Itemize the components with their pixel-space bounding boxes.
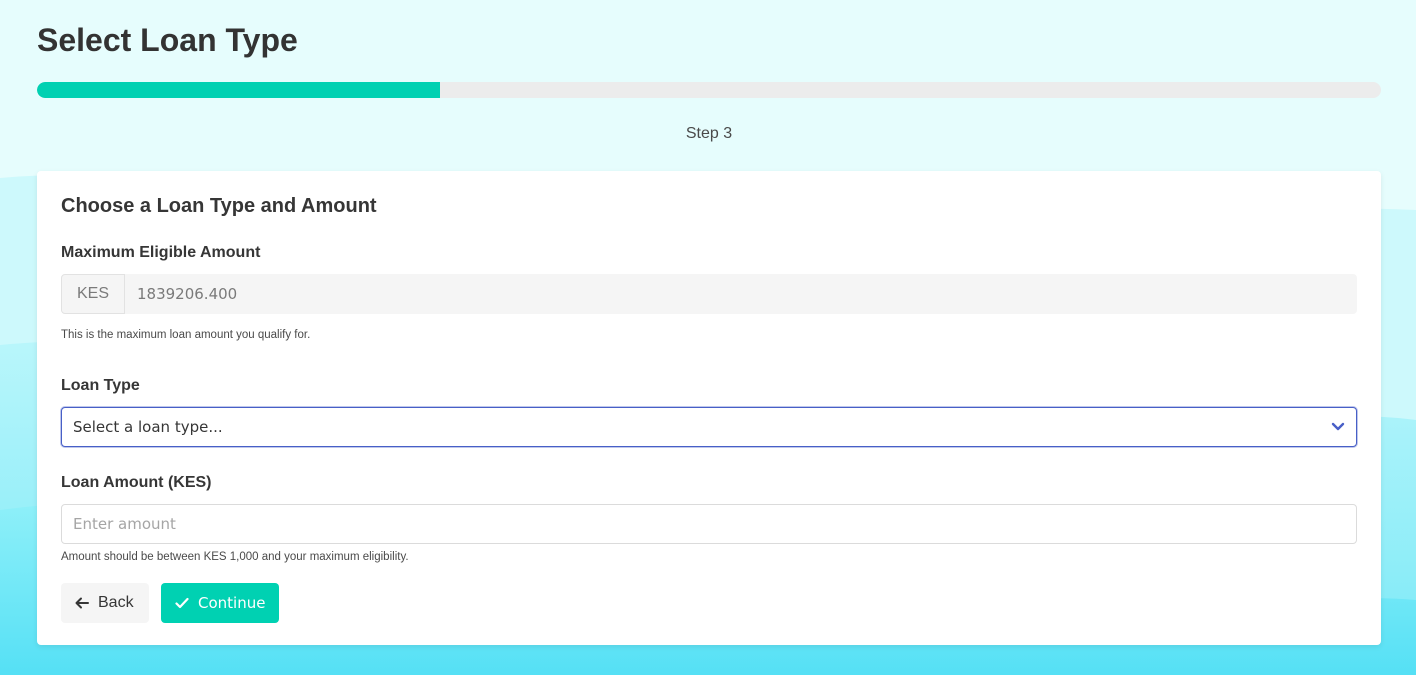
currency-addon: KES xyxy=(61,274,125,314)
loan-form-card: Choose a Loan Type and Amount Maximum El… xyxy=(37,171,1381,645)
loan-amount-help: Amount should be between KES 1,000 and y… xyxy=(61,551,409,563)
loan-type-label: Loan Type xyxy=(61,377,140,394)
progress-bar-fill xyxy=(37,82,441,98)
page-container: Select Loan Type Step 3 Choose a Loan Ty… xyxy=(0,0,1416,645)
max-amount-value: 1839206.400 xyxy=(125,274,1357,314)
arrow-left-icon xyxy=(74,595,90,611)
continue-button-label: Continue xyxy=(198,594,266,612)
step-indicator: Step 3 xyxy=(685,125,733,142)
progress-bar xyxy=(37,82,1381,98)
max-amount-label: Maximum Eligible Amount xyxy=(61,244,261,261)
check-icon xyxy=(174,595,190,611)
card-title: Choose a Loan Type and Amount xyxy=(61,195,377,217)
loan-type-select[interactable]: Select a loan type... xyxy=(61,407,1357,447)
loan-amount-input[interactable] xyxy=(61,504,1357,544)
form-actions: Back Continue xyxy=(61,583,1357,623)
max-amount-help: This is the maximum loan amount you qual… xyxy=(61,329,311,341)
continue-button[interactable]: Continue xyxy=(161,583,279,623)
loan-type-selected-value: Select a loan type... xyxy=(73,418,223,436)
back-button-label: Back xyxy=(98,594,134,611)
page-title: Select Loan Type xyxy=(37,22,298,58)
loan-amount-label: Loan Amount (KES) xyxy=(61,474,212,491)
chevron-down-icon xyxy=(1331,420,1345,434)
back-button[interactable]: Back xyxy=(61,583,149,623)
max-amount-field: KES 1839206.400 xyxy=(61,274,1357,314)
